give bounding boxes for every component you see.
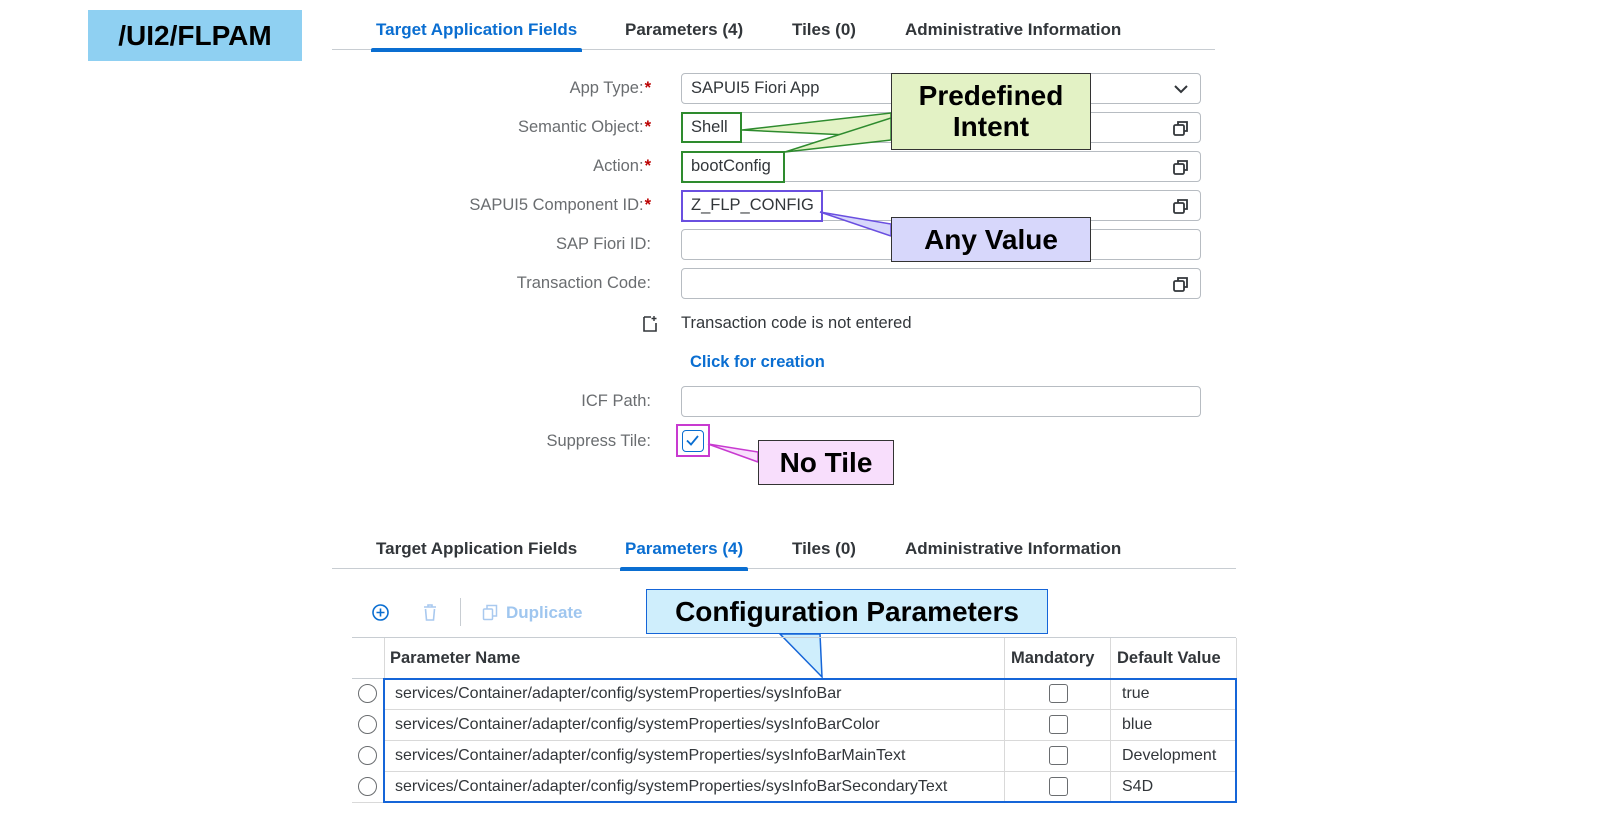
table-col-divider <box>384 638 385 678</box>
bottom-tab-bar: Target Application Fields Parameters (4)… <box>332 529 1236 571</box>
transaction-code-input[interactable] <box>681 268 1201 299</box>
row-select-radio[interactable] <box>358 684 377 703</box>
click-for-creation-link[interactable]: Click for creation <box>690 353 825 372</box>
semantic-object-highlight <box>681 112 742 143</box>
delete-icon[interactable] <box>421 603 439 622</box>
value-help-icon[interactable] <box>1172 275 1190 293</box>
action-highlight <box>681 151 785 183</box>
app-title-badge: /UI2/FLPAM <box>88 10 302 61</box>
tab-administrative-information[interactable]: Administrative Information <box>905 10 1121 50</box>
semantic-object-label: Semantic Object:* <box>517 118 651 136</box>
add-icon[interactable] <box>371 603 390 622</box>
tab-parameters[interactable]: Parameters (4) <box>625 10 743 50</box>
configuration-parameters-callout: Configuration Parameters <box>646 589 1048 634</box>
fiori-id-label: SAP Fiori ID: <box>555 235 651 253</box>
chevron-down-icon[interactable] <box>1172 80 1190 98</box>
any-value-callout: Any Value <box>891 217 1091 262</box>
table-col-divider <box>1236 638 1237 678</box>
required-asterisk: * <box>644 79 651 97</box>
row-select-radio[interactable] <box>358 777 377 796</box>
parameters-highlight <box>383 678 1237 803</box>
transaction-code-label: Transaction Code: <box>516 274 651 292</box>
table-col-divider <box>1004 638 1005 678</box>
transaction-info-text: Transaction code is not entered <box>681 314 912 332</box>
app-type-label: App Type:* <box>569 79 651 97</box>
tab-administrative-information[interactable]: Administrative Information <box>905 529 1121 569</box>
tab-tiles[interactable]: Tiles (0) <box>792 10 856 50</box>
icf-path-input[interactable] <box>681 386 1201 417</box>
tab-target-application-fields[interactable]: Target Application Fields <box>370 10 583 52</box>
toolbar-separator <box>460 598 461 626</box>
action-label: Action:* <box>593 157 651 175</box>
value-help-icon[interactable] <box>1172 119 1190 137</box>
top-tab-bar: Target Application Fields Parameters (4)… <box>332 10 1215 52</box>
no-tile-pointer <box>707 443 759 464</box>
new-document-icon <box>643 316 657 332</box>
column-header-parameter-name[interactable]: Parameter Name <box>390 639 520 678</box>
suppress-tile-highlight <box>676 424 710 457</box>
column-header-mandatory[interactable]: Mandatory <box>1011 639 1094 678</box>
duplicate-icon[interactable] <box>482 604 498 621</box>
table-col-divider <box>1110 638 1111 678</box>
duplicate-button[interactable]: Duplicate <box>506 603 583 623</box>
table-top-border <box>352 637 1236 638</box>
row-select-radio[interactable] <box>358 746 377 765</box>
config-params-pointer <box>778 633 823 679</box>
tab-tiles[interactable]: Tiles (0) <box>792 529 856 569</box>
component-id-highlight <box>681 190 823 222</box>
value-help-icon[interactable] <box>1172 158 1190 176</box>
suppress-tile-label: Suppress Tile: <box>546 432 651 450</box>
row-select-radio[interactable] <box>358 715 377 734</box>
predefined-intent-callout: Predefined Intent <box>891 73 1091 150</box>
tab-parameters[interactable]: Parameters (4) <box>619 529 749 571</box>
icf-path-label: ICF Path: <box>581 392 651 410</box>
component-id-label: SAPUI5 Component ID:* <box>469 196 651 214</box>
required-asterisk: * <box>644 157 651 175</box>
column-header-default-value[interactable]: Default Value <box>1117 639 1221 678</box>
required-asterisk: * <box>644 118 651 136</box>
tab-target-application-fields[interactable]: Target Application Fields <box>376 529 577 569</box>
no-tile-callout: No Tile <box>758 440 894 485</box>
app-type-value: SAPUI5 Fiori App <box>691 79 820 97</box>
required-asterisk: * <box>644 196 651 214</box>
value-help-icon[interactable] <box>1172 197 1190 215</box>
